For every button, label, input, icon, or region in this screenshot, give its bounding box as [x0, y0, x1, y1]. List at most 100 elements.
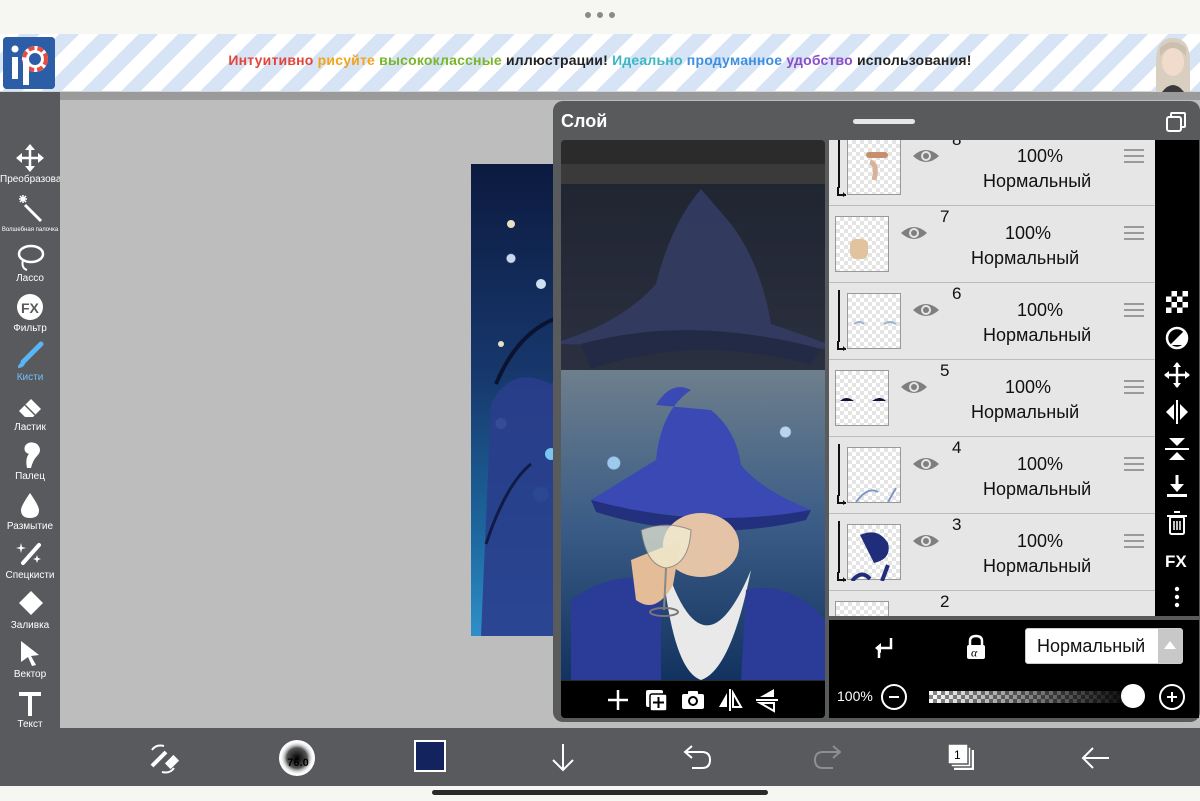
tool-smudge[interactable]: Палец — [0, 438, 60, 486]
flip-layer-vertical-icon[interactable] — [1162, 434, 1192, 464]
layer-row[interactable]: 6 100% Нормальный — [829, 284, 1155, 360]
drag-handle-icon[interactable] — [1123, 456, 1145, 472]
anime-character-image — [1150, 34, 1196, 92]
arrow-down-icon[interactable] — [543, 738, 583, 778]
layer-row[interactable]: 3 100% Нормальный — [829, 515, 1155, 591]
ibis-paint-app: Интуитивно рисуйте высококлассные иллюст… — [0, 0, 1200, 801]
tool-brush[interactable]: Кисти — [0, 339, 60, 387]
drag-handle-icon[interactable] — [1123, 379, 1145, 395]
layer-fx-icon[interactable]: FX — [1162, 545, 1192, 575]
svg-text:α: α — [971, 646, 978, 660]
magic-wand-icon — [15, 193, 45, 223]
layer-thumbnail — [847, 524, 901, 583]
flip-vertical-icon[interactable] — [754, 687, 780, 713]
layer-panel: Слой 100% Нормальный 7 100% Нормальный 6… — [553, 101, 1200, 722]
eye-icon[interactable] — [911, 531, 941, 551]
opacity-slider[interactable] — [929, 691, 1137, 703]
move-layer-icon[interactable] — [1162, 360, 1192, 390]
blend-mode-value: Нормальный — [1037, 636, 1146, 656]
eye-icon[interactable] — [911, 454, 941, 474]
back-arrow-icon[interactable] — [1075, 738, 1115, 778]
clip-indicator — [838, 521, 840, 573]
smudge-icon — [15, 440, 45, 470]
drag-handle-icon[interactable] — [1123, 225, 1145, 241]
tool-label: Палец — [15, 471, 45, 482]
layer-side-tools: FX — [1155, 140, 1199, 616]
clip-arrow-icon — [834, 338, 846, 351]
clip-indicator — [838, 290, 840, 342]
clip-indicator — [838, 140, 840, 188]
drag-handle-icon[interactable] — [1123, 533, 1145, 549]
brush-size-value: 76.0 — [287, 757, 309, 769]
layer-blend-mode: Нормальный — [983, 325, 1092, 345]
banner-word: иллюстрации! — [505, 52, 613, 68]
multitasking-dots-icon[interactable] — [585, 10, 615, 20]
tool-lasso[interactable]: Лассо — [0, 240, 60, 288]
banner-word: продуманное — [686, 52, 787, 68]
add-layer-icon[interactable] — [605, 687, 631, 713]
tool-vector[interactable]: Вектор — [0, 636, 60, 684]
camera-icon[interactable] — [680, 687, 706, 713]
tool-transform[interactable]: Преобразовать — [0, 141, 71, 189]
layer-row[interactable]: 7 100% Нормальный — [829, 207, 1155, 283]
delete-layer-icon[interactable] — [1162, 508, 1192, 538]
drag-handle-icon[interactable] — [1123, 148, 1145, 164]
layer-row[interactable]: 4 100% Нормальный — [829, 438, 1155, 514]
layer-blend-mode: Нормальный — [971, 402, 1080, 422]
opacity-increase-button[interactable] — [1159, 684, 1185, 710]
eye-icon[interactable] — [899, 377, 929, 397]
fill-bucket-icon — [15, 589, 45, 619]
brush-icon — [15, 341, 45, 371]
layer-row[interactable]: 8 100% Нормальный — [829, 140, 1155, 206]
layer-row[interactable]: 2 — [829, 592, 1155, 616]
tool-fill[interactable]: Заливка — [0, 587, 60, 635]
clipping-icon[interactable] — [869, 632, 899, 662]
tool-filter[interactable]: FX Фильтр — [0, 290, 60, 338]
tool-special-brush[interactable]: Спецкисти — [0, 537, 60, 585]
preview-toolbar — [561, 681, 825, 718]
eye-icon[interactable] — [911, 146, 941, 166]
window-restore-icon[interactable] — [1165, 111, 1187, 133]
flip-horizontal-icon[interactable] — [717, 687, 743, 713]
tool-magic-wand[interactable]: Волшебная палочка — [0, 191, 60, 239]
tool-swap-icon[interactable] — [144, 738, 184, 778]
banner-word: высококлассные — [379, 52, 506, 68]
tool-text[interactable]: Текст — [0, 686, 60, 734]
tool-label: Кисти — [16, 372, 44, 383]
layer-number: 4 — [952, 438, 962, 457]
opacity-slider-thumb[interactable] — [1121, 684, 1145, 708]
eye-icon[interactable] — [899, 223, 929, 243]
flip-layer-horizontal-icon[interactable] — [1162, 397, 1192, 427]
merge-down-icon[interactable] — [1162, 471, 1192, 501]
banner-word: Идеально — [612, 52, 687, 68]
ad-banner[interactable]: Интуитивно рисуйте высококлассные иллюст… — [0, 34, 1200, 92]
redo-icon[interactable] — [809, 738, 849, 778]
color-swatch[interactable] — [414, 740, 446, 772]
tool-sidebar: Преобразовать Волшебная палочка Лассо FX Фил… — [0, 92, 71, 779]
layer-blend-mode: Нормальный — [983, 479, 1092, 499]
duplicate-layer-icon[interactable] — [643, 687, 669, 713]
layer-thumbnail — [847, 140, 901, 195]
eye-icon[interactable] — [911, 300, 941, 320]
panel-drag-handle[interactable] — [853, 119, 915, 124]
layers-icon[interactable]: 1 — [942, 738, 982, 778]
opacity-decrease-button[interactable] — [881, 684, 907, 710]
more-options-icon[interactable] — [1162, 582, 1192, 612]
transparency-checker-icon[interactable] — [1162, 287, 1192, 317]
text-t-icon — [15, 688, 45, 718]
layer-row[interactable]: 5 100% Нормальный — [829, 361, 1155, 437]
drag-handle-icon[interactable] — [1123, 302, 1145, 318]
layer-number: 6 — [952, 284, 962, 303]
sparkle-brush-icon — [15, 539, 45, 569]
undo-icon[interactable] — [676, 738, 716, 778]
banner-word: использования! — [857, 52, 972, 68]
invert-contrast-icon[interactable] — [1162, 323, 1192, 353]
home-indicator[interactable] — [432, 790, 768, 795]
layer-list[interactable]: 8 100% Нормальный 7 100% Нормальный 6 100% Норма… — [829, 140, 1155, 616]
eraser-icon — [15, 391, 45, 421]
tool-blur[interactable]: Размытие — [0, 488, 60, 536]
tool-eraser[interactable]: Ластик — [0, 389, 60, 437]
blend-mode-select[interactable]: Нормальный — [1025, 628, 1183, 664]
layer-number: 8 — [952, 140, 961, 150]
alpha-lock-icon[interactable]: α — [961, 632, 991, 662]
